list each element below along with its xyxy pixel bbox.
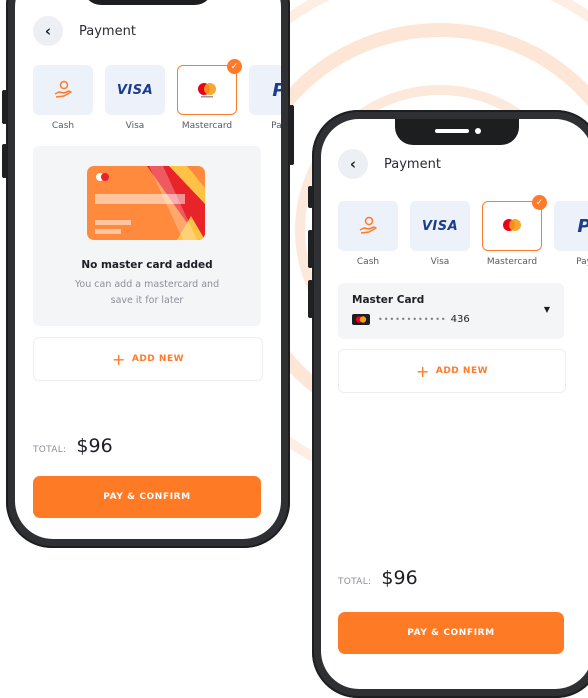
cash-hand-icon [359, 216, 377, 234]
mastercard-logo [198, 83, 216, 98]
method-mastercard[interactable]: ✓ Mastercard [482, 195, 547, 267]
pay-confirm-button[interactable]: PAY & CONFIRM [338, 612, 564, 654]
back-button[interactable]: ‹ [338, 149, 368, 179]
method-tile[interactable] [33, 65, 93, 115]
method-label: Visa [125, 121, 145, 131]
pay-confirm-label: PAY & CONFIRM [407, 628, 495, 638]
method-tile[interactable]: P [554, 201, 588, 251]
mastercard-logo [503, 219, 521, 231]
method-paypal[interactable]: P Pay [554, 201, 588, 267]
add-new-label: ADD NEW [435, 366, 489, 376]
side-button [2, 90, 7, 124]
left-phone: ‹ Payment Cash VISA Visa ✓ Mastercard Pa… [2, 0, 294, 548]
paypal-logo: P [272, 80, 281, 101]
empty-state-title: No master card added [81, 259, 213, 271]
speaker [435, 129, 469, 133]
total-value: $96 [381, 567, 418, 589]
side-button [308, 230, 313, 268]
header: ‹ Payment [33, 16, 136, 46]
method-tile[interactable] [338, 201, 398, 251]
method-label: Mastercard [181, 121, 233, 131]
page-title: Payment [384, 156, 441, 172]
add-new-label: ADD NEW [131, 354, 185, 364]
method-mastercard[interactable]: ✓ Mastercard [177, 59, 242, 131]
card-name: Master Card [352, 294, 425, 306]
plus-icon: + [415, 361, 430, 381]
empty-state-desc-line2: save it for later [110, 295, 184, 306]
caret-down-icon: ▼ [543, 305, 550, 314]
method-label: Visa [430, 257, 450, 267]
side-button [2, 144, 7, 178]
payment-methods: Cash VISA Visa ✓ Mastercard Pa [338, 195, 588, 267]
right-phone: ‹ Payment Cash VISA Visa ✓ Mastercard Pa… [308, 110, 588, 698]
saved-card-dropdown[interactable]: Master Card •••••••••••• 436 ▼ [338, 283, 564, 339]
card-illustration [87, 166, 205, 240]
card-number-row: •••••••••••• 436 [352, 314, 470, 325]
total-label: TOTAL: [338, 577, 372, 587]
page-title: Payment [79, 23, 136, 39]
paypal-logo: P [577, 216, 588, 237]
method-paypal[interactable]: P Pay [249, 65, 281, 131]
power-button [289, 105, 294, 165]
header: ‹ Payment [338, 149, 441, 179]
total: TOTAL: $96 [338, 567, 418, 589]
side-button [308, 280, 313, 318]
total: TOTAL: $96 [33, 435, 113, 457]
total-label: TOTAL: [33, 445, 67, 455]
mastercard-mini-icon [352, 314, 370, 325]
method-tile-selected[interactable]: ✓ [177, 59, 242, 115]
pay-confirm-button[interactable]: PAY & CONFIRM [33, 476, 261, 518]
cash-hand-icon [54, 80, 72, 98]
chevron-left-icon: ‹ [44, 22, 52, 40]
card-last-digits: 436 [450, 314, 470, 325]
total-value: $96 [76, 435, 113, 457]
method-label: Pay [576, 257, 588, 267]
method-cash[interactable]: Cash [338, 201, 398, 267]
empty-state-desc-line1: You can add a mastercard and [74, 279, 220, 290]
add-new-button[interactable]: + ADD NEW [338, 349, 566, 393]
method-tile[interactable]: VISA [410, 201, 470, 251]
side-button [308, 186, 313, 208]
back-button[interactable]: ‹ [33, 16, 63, 46]
method-tile[interactable]: VISA [105, 65, 165, 115]
visa-logo: VISA [421, 218, 459, 234]
checkmark-icon: ✓ [227, 59, 242, 74]
chevron-left-icon: ‹ [349, 155, 357, 173]
method-label: Cash [51, 121, 75, 131]
method-label: Cash [356, 257, 380, 267]
add-new-button[interactable]: + ADD NEW [33, 337, 263, 381]
empty-state-panel: No master card added You can add a maste… [33, 146, 261, 326]
plus-icon: + [111, 349, 126, 369]
checkmark-icon: ✓ [532, 195, 547, 210]
left-screen: ‹ Payment Cash VISA Visa ✓ Mastercard Pa… [15, 0, 281, 539]
method-cash[interactable]: Cash [33, 65, 93, 131]
pay-confirm-label: PAY & CONFIRM [103, 492, 191, 502]
payment-methods: Cash VISA Visa ✓ Mastercard Pa [33, 59, 281, 131]
right-screen: ‹ Payment Cash VISA Visa ✓ Mastercard Pa… [321, 119, 588, 689]
method-tile[interactable]: P [249, 65, 281, 115]
method-label: Mastercard [486, 257, 538, 267]
card-masked-digits: •••••••••••• [378, 315, 447, 324]
notch [83, 0, 213, 5]
camera [475, 128, 481, 134]
visa-logo: VISA [116, 82, 154, 98]
notch [395, 119, 519, 145]
method-visa[interactable]: VISA Visa [410, 201, 470, 267]
method-label: Pay [271, 121, 281, 131]
method-tile-selected[interactable]: ✓ [482, 195, 547, 251]
method-visa[interactable]: VISA Visa [105, 65, 165, 131]
